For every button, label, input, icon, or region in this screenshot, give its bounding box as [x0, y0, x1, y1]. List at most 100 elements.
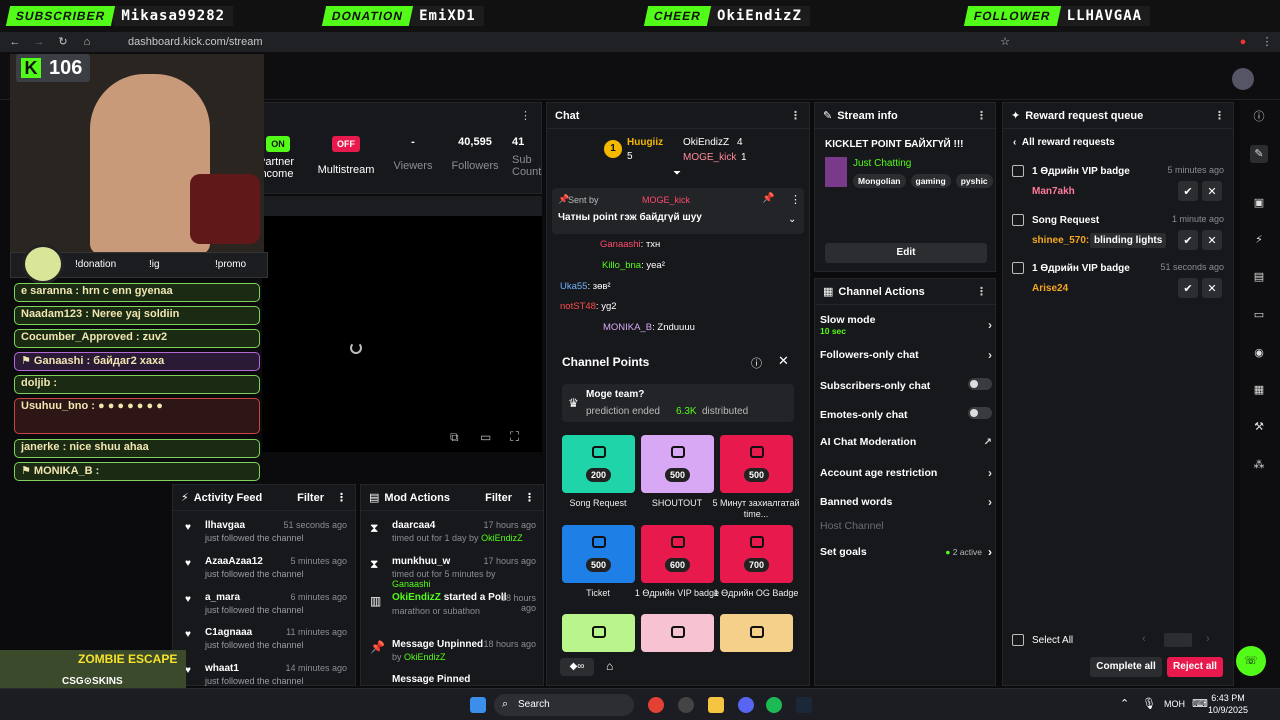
prev-page-icon[interactable]: ‹	[1142, 633, 1146, 645]
activity-user[interactable]: llhavgaa	[205, 520, 245, 531]
request-checkbox[interactable]	[1012, 262, 1024, 274]
slow-mode-item[interactable]: Slow mode 10 sec ›	[820, 314, 992, 336]
chat-user[interactable]: notST48	[560, 301, 596, 312]
tag-chip[interactable]: pyshic	[955, 174, 993, 188]
stat-value[interactable]: OFF	[332, 136, 360, 152]
next-page-icon[interactable]: ›	[1206, 633, 1210, 645]
stat-value[interactable]: ON	[266, 136, 290, 152]
chat-user[interactable]: Uka55	[560, 281, 587, 292]
broadcast-icon[interactable]: ◉	[1250, 344, 1268, 362]
category-name[interactable]: Just Chatting	[853, 158, 911, 169]
mod-user[interactable]: OkiEndizZ	[392, 592, 441, 603]
request-checkbox[interactable]	[1012, 165, 1024, 177]
panel-menu-icon[interactable]: ⋮	[336, 491, 347, 504]
panel-menu-icon[interactable]: ⋮	[520, 109, 531, 122]
tag-chip[interactable]: Mongolian	[853, 174, 906, 188]
activity-user[interactable]: whaat1	[205, 663, 239, 674]
tag-chip[interactable]: gaming	[910, 174, 951, 188]
activity-user[interactable]: C1agnaaa	[205, 627, 252, 638]
points-icon[interactable]: ⁂	[1250, 456, 1268, 474]
bookmark-star-icon[interactable]: ☆	[998, 35, 1012, 49]
leader-name[interactable]: OkiEndizZ	[683, 137, 729, 148]
windows-start-icon[interactable]	[470, 697, 486, 713]
accept-button[interactable]: ✔	[1178, 278, 1198, 298]
collapse-icon[interactable]: ⏷	[673, 168, 681, 179]
pip-icon[interactable]: ⧉	[450, 430, 459, 445]
leader-name[interactable]: MOGE_kick	[683, 152, 736, 163]
avatar[interactable]	[1232, 68, 1254, 90]
mod-by[interactable]: OkiEndizZ	[404, 652, 446, 662]
file-explorer-icon[interactable]	[708, 697, 724, 713]
account-age-item[interactable]: Account age restriction ›	[820, 466, 992, 480]
microphone-icon[interactable]: 🎙	[1142, 697, 1156, 710]
panel-menu-icon[interactable]: ⋮	[1214, 109, 1225, 122]
store-icon[interactable]: ⌂	[606, 659, 613, 673]
request-user[interactable]: Arise24	[1032, 283, 1068, 294]
clock-date[interactable]: 10/9/2025	[1203, 705, 1253, 715]
chevron-down-icon[interactable]: ⌄	[788, 214, 796, 225]
reward-tile[interactable]	[562, 614, 635, 652]
chat-user[interactable]: MONIKA_B	[603, 322, 652, 333]
back-link[interactable]: ‹ All reward requests	[1013, 137, 1115, 148]
pinned-by-user[interactable]: MOGE_kick	[642, 195, 690, 205]
reward-tile[interactable]: 200	[562, 435, 635, 493]
unpin-button-icon[interactable]: 📌	[762, 193, 774, 204]
menu-icon[interactable]: ⋮	[1260, 35, 1274, 49]
followers-only-item[interactable]: Followers-only chat ›	[820, 348, 992, 362]
info-icon[interactable]: ⓘ	[1250, 108, 1268, 126]
chrome-icon[interactable]	[648, 697, 664, 713]
home-icon[interactable]: ⌂	[80, 35, 94, 49]
reject-button[interactable]: ✕	[1202, 181, 1222, 201]
chat-user[interactable]: Ganaashi	[600, 239, 641, 250]
pinned-menu-icon[interactable]: ⋮	[790, 193, 801, 206]
steam-icon[interactable]	[796, 697, 812, 713]
panel-menu-icon[interactable]: ⋮	[524, 491, 535, 504]
theater-icon[interactable]: ▭	[480, 430, 491, 444]
language-indicator[interactable]: МОН	[1164, 699, 1185, 709]
reward-tile[interactable]	[641, 614, 714, 652]
mod-by[interactable]: OkiEndizZ	[481, 533, 523, 543]
set-goals-item[interactable]: Set goals ● 2 active ›	[820, 545, 992, 559]
reward-tile[interactable]: 500	[562, 525, 635, 583]
tray-chevron-icon[interactable]: ⌃	[1120, 697, 1129, 710]
mod-user[interactable]: munkhuu_w	[392, 556, 450, 567]
address-bar[interactable]: dashboard.kick.com/stream	[110, 34, 1010, 50]
request-user[interactable]: shinee_570:	[1032, 235, 1089, 246]
chat-user[interactable]: Killo_bna	[602, 260, 641, 271]
emotes-only-toggle[interactable]	[968, 407, 992, 419]
forward-icon[interactable]: →	[32, 35, 46, 49]
reload-icon[interactable]: ↻	[56, 35, 70, 49]
taskbar-search[interactable]: ⌕ Search	[494, 694, 634, 716]
spotify-icon[interactable]	[766, 697, 782, 713]
mod-by[interactable]: Ganaashi	[392, 579, 431, 589]
activity-user[interactable]: a_mara	[205, 592, 240, 603]
screen-icon[interactable]: ▣	[1250, 194, 1268, 212]
document-icon[interactable]: ▤	[1250, 268, 1268, 286]
reward-tile[interactable]: 500	[641, 435, 714, 493]
edit-icon[interactable]: ✎	[1250, 145, 1268, 163]
reject-all-button[interactable]: Reject all	[1167, 657, 1223, 677]
panel-menu-icon[interactable]: ⋮	[790, 109, 801, 122]
layout-icon[interactable]: ▦	[1250, 381, 1268, 399]
panel-menu-icon[interactable]: ⋮	[976, 285, 987, 298]
chat-icon[interactable]: ▭	[1250, 306, 1268, 324]
ai-moderation-item[interactable]: AI Chat Moderation ↗	[820, 436, 992, 448]
obs-icon[interactable]	[678, 697, 694, 713]
reward-tile[interactable]: 500	[720, 435, 793, 493]
lightning-icon[interactable]: ⚡	[1250, 231, 1268, 249]
support-icon[interactable]: ☏	[1236, 646, 1266, 676]
filter-button[interactable]: Filter	[297, 492, 324, 504]
select-all-checkbox[interactable]	[1012, 634, 1024, 646]
leader-name[interactable]: Huugiiz	[627, 137, 663, 148]
reject-button[interactable]: ✕	[1202, 278, 1222, 298]
back-icon[interactable]: ←	[8, 35, 22, 49]
wrench-icon[interactable]: ⚒	[1250, 418, 1268, 436]
prediction-card[interactable]: ♛ Moge team? prediction ended 6.3K distr…	[562, 384, 794, 422]
panel-menu-icon[interactable]: ⋮	[976, 109, 987, 122]
filter-button[interactable]: Filter	[485, 492, 512, 504]
activity-user[interactable]: AzaaAzaa12	[205, 556, 263, 567]
fullscreen-icon[interactable]: ⛶	[510, 429, 519, 445]
accept-button[interactable]: ✔	[1178, 181, 1198, 201]
clock-time[interactable]: 6:43 PM	[1208, 693, 1248, 703]
request-user[interactable]: Man7akh	[1032, 186, 1075, 197]
